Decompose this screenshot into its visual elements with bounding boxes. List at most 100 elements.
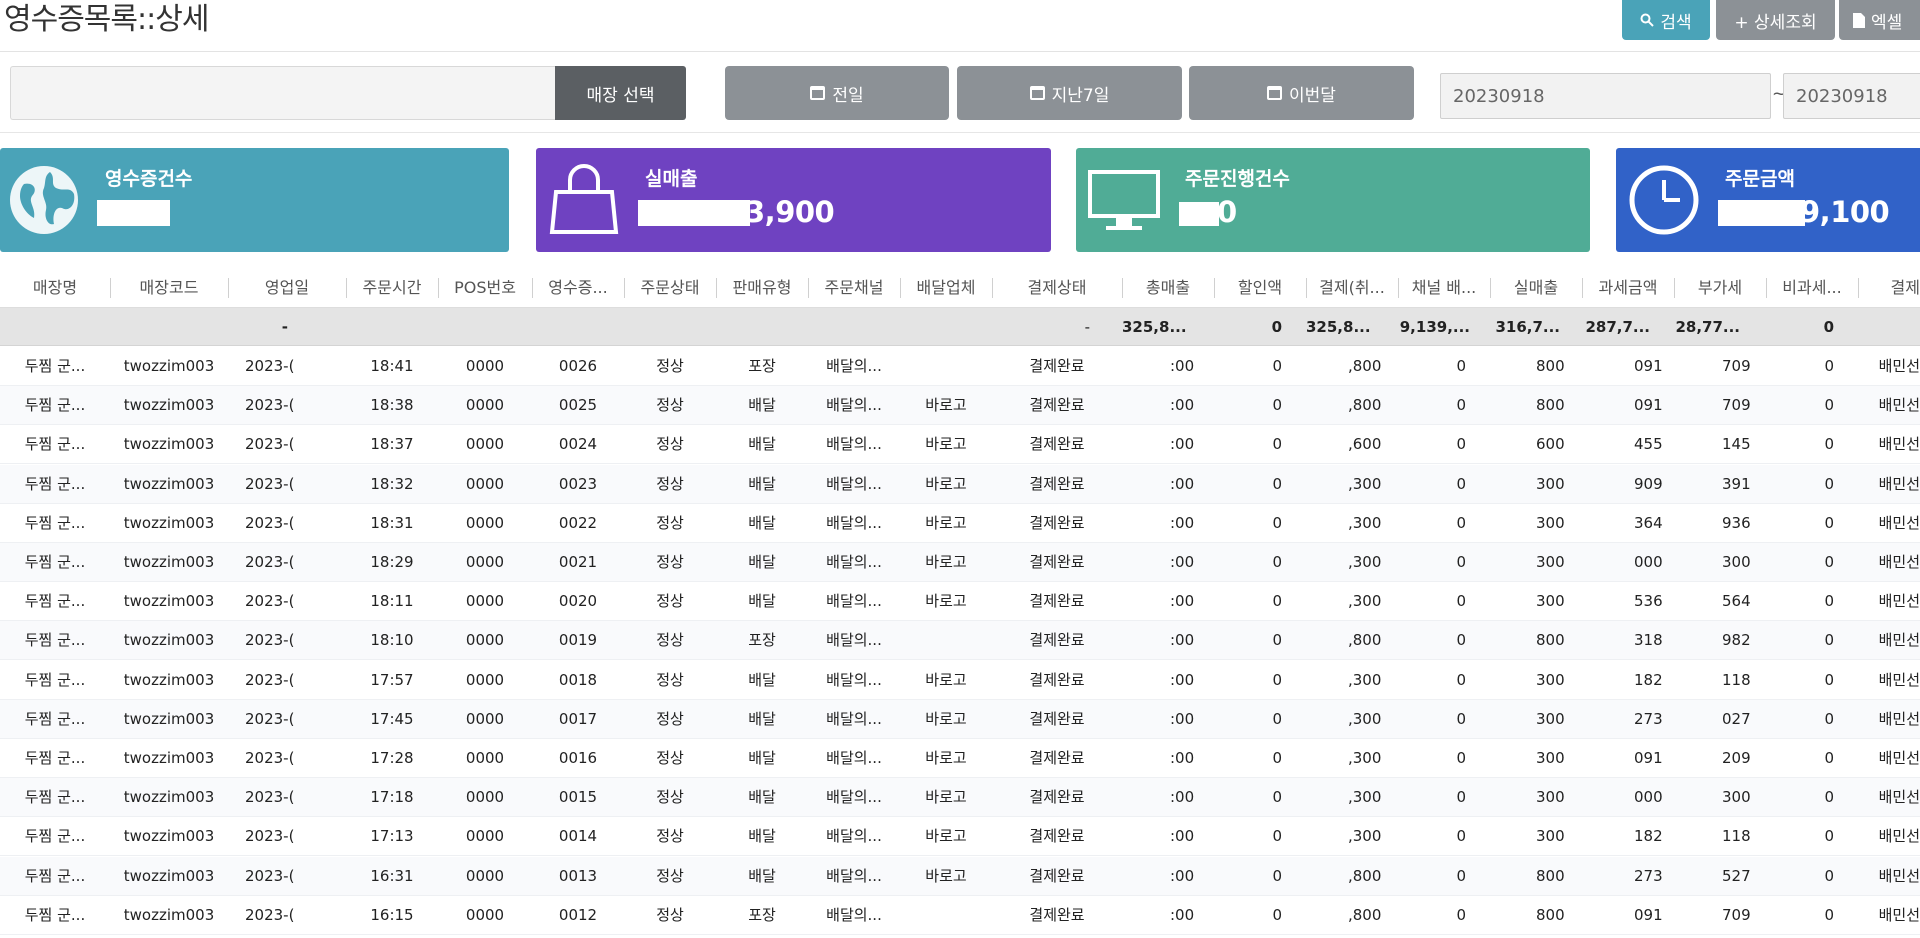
column-header-store-code[interactable]: 매장코드 [110,268,228,308]
summary-net-sales: 316,7... [1495,318,1560,336]
column-header-total-sales[interactable]: 총매출 [1122,268,1214,308]
table-row[interactable]: 두찜 군... twozzim003 2023-(18:11 0000 0020 정상 배달… [0,582,1920,622]
cell-order-channel: 배달의... [826,709,882,728]
store-input[interactable] [10,66,556,120]
column-header-business-date[interactable]: 영업일 [228,268,346,308]
order-progress-value: 0 [1217,195,1237,229]
table-row[interactable]: 두찜 군... twozzim003 2023-(18:41 0000 0026 정상 포장… [0,347,1920,386]
yesterday-button[interactable]: 전일 [725,66,949,120]
column-header-channel-delivery[interactable]: 채널 배... [1398,268,1490,308]
cell-payment-cancel: ,300 [1348,513,1382,532]
cell-discount: 0 [1272,709,1282,728]
search-button[interactable]: 검색 [1622,0,1710,40]
cell-taxable-amount: 182 [1634,827,1663,846]
order-progress-label: 주문진행건수 [1185,168,1290,190]
header-divider [0,51,1920,52]
cell-order-channel: 배달의... [826,905,882,924]
table-row[interactable]: 두찜 군... twozzim003 2023-(17:57 0000 0018 정상 배달… [0,661,1920,700]
cell-delivery-company: 바로고 [925,709,967,728]
table-row[interactable]: 두찜 군... twozzim003 2023-(17:45 0000 0017 정상 배달… [0,699,1920,739]
cell-store-name: 두찜 군... [24,905,86,924]
column-header-payment[interactable]: 결제 [1858,268,1920,308]
cell-vat: 300 [1722,788,1751,807]
table-row[interactable]: 두찜 군... twozzim003 2023-(18:10 0000 0019 정상 포장… [0,621,1920,661]
column-header-pos-number[interactable]: POS번호 [438,268,532,308]
table-row[interactable]: 두찜 군... twozzim003 2023-(16:15 0000 0012 정상 포장… [0,896,1920,935]
cell-channel-delivery: 0 [1456,631,1466,650]
cell-order-channel: 배달의... [826,357,882,375]
cell-delivery-company: 바로고 [925,553,967,571]
cell-order-status: 정상 [656,827,684,846]
table-row[interactable]: 두찜 군... twozzim003 2023-(18:31 0000 0022 정상 배달… [0,504,1920,543]
cell-sale-type: 배달 [748,866,776,885]
column-header-receipt[interactable]: 영수증... [532,268,624,308]
this-month-label: 이번달 [1289,85,1336,106]
cell-payment: 배민선 [1878,357,1920,375]
cell-store-code: twozzim003 [123,709,215,728]
cell-business-date: 2023-( [245,474,295,493]
column-header-discount[interactable]: 할인액 [1214,268,1306,308]
column-header-order-channel[interactable]: 주문채널 [808,268,900,308]
cell-payment-cancel: ,300 [1348,749,1382,767]
column-header-payment-cancel[interactable]: 결제(취... [1306,268,1398,308]
cell-total-sales: :00 [1170,357,1195,375]
column-header-order-status[interactable]: 주문상태 [624,268,716,308]
column-header-payment-status[interactable]: 결제상태 [992,268,1122,308]
column-header-tax-free[interactable]: 비과세... [1766,268,1858,308]
table-row[interactable]: 두찜 군... twozzim003 2023-(16:31 0000 0013 정상 배달… [0,856,1920,896]
cell-order-channel: 배달의... [826,474,882,493]
column-header-vat[interactable]: 부가세 [1674,268,1766,308]
column-header-net-sales[interactable]: 실매출 [1490,268,1582,308]
table-row[interactable]: 두찜 군... twozzim003 2023-(18:37 0000 0024 정상 배달… [0,425,1920,465]
cell-delivery-company: 바로고 [925,513,967,532]
cell-payment-status: 결제완료 [1029,474,1085,493]
table-row[interactable]: 두찜 군... twozzim003 2023-(18:32 0000 0023 정상 배달… [0,464,1920,504]
cell-payment-status: 결제완료 [1029,592,1085,611]
table-row[interactable]: 두찜 군... twozzim003 2023-(17:28 0000 0016 정상 배달… [0,739,1920,778]
column-header-order-time[interactable]: 주문시간 [346,268,438,308]
cell-delivery-company: 바로고 [925,474,967,493]
cell-channel-delivery: 0 [1456,396,1466,415]
cell-order-time: 16:31 [370,866,414,885]
cell-vat: 209 [1722,749,1751,767]
cell-total-sales: :00 [1170,709,1195,728]
cell-store-code: twozzim003 [123,553,215,571]
cell-business-date: 2023-( [245,592,295,611]
detail-search-button[interactable]: + 상세조회 [1716,0,1835,40]
store-select-button[interactable]: 매장 선택 [555,66,686,120]
cell-store-code: twozzim003 [123,905,215,924]
cell-taxable-amount: 318 [1634,631,1663,650]
cell-payment-status: 결제완료 [1029,866,1085,885]
table-row[interactable]: 두찜 군... twozzim003 2023-(17:18 0000 0015 정상 배달… [0,778,1920,818]
column-header-delivery-company[interactable]: 배달업체 [900,268,992,308]
column-header-sale-type[interactable]: 판매유형 [716,268,808,308]
last-7-days-button[interactable]: 지난7일 [957,66,1182,120]
column-header-store-name[interactable]: 매장명 [0,268,110,308]
cell-store-code: twozzim003 [123,631,215,650]
cell-pos-number: 0000 [465,866,505,885]
table-row[interactable]: 두찜 군... twozzim003 2023-(17:13 0000 0014 정상 배달… [0,817,1920,857]
cell-order-channel: 배달의... [826,788,882,807]
this-month-button[interactable]: 이번달 [1189,66,1414,120]
summary-taxable-amount: 287,7... [1585,318,1650,336]
cell-pos-number: 0000 [465,749,505,767]
cell-receipt-number: 0026 [558,357,598,375]
column-header-taxable-amount[interactable]: 과세금액 [1582,268,1674,308]
cell-sale-type: 배달 [748,827,776,846]
cell-total-sales: :00 [1170,553,1195,571]
cell-receipt-number: 0013 [558,866,598,885]
cell-business-date: 2023-( [245,827,295,846]
date-to-input[interactable]: 20230918 [1783,73,1920,119]
cell-payment-status: 결제완료 [1029,553,1085,571]
table-row[interactable]: 두찜 군... twozzim003 2023-(18:29 0000 0021 정상 배달… [0,543,1920,582]
cell-net-sales: 300 [1536,788,1565,807]
excel-button[interactable]: 엑셀 [1839,0,1920,40]
cell-taxable-amount: 091 [1634,749,1663,767]
cell-receipt-number: 0025 [558,396,598,415]
table-row[interactable]: 두찜 군... twozzim003 2023-(18:38 0000 0025 정상 배달… [0,386,1920,426]
cell-tax-free: 0 [1824,788,1834,807]
excel-button-label: 엑셀 [1871,12,1903,33]
date-from-input[interactable]: 20230918 [1440,73,1771,119]
cell-discount: 0 [1272,788,1282,807]
summary-business-date: - [281,318,288,336]
